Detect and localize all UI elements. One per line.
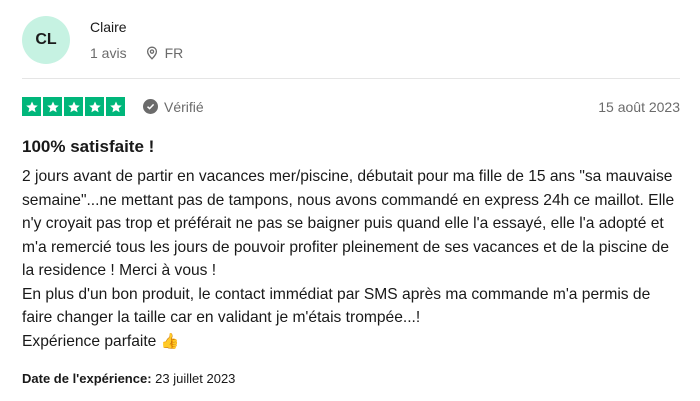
review-paragraph: 2 jours avant de partir en vacances mer/…: [22, 168, 675, 279]
verified-label: Vérifié: [164, 98, 204, 115]
experience-date: Date de l'expérience: 23 juillet 2023: [22, 371, 235, 386]
check-circle-icon: [143, 99, 158, 114]
review-paragraph: En plus d'un bon produit, le contact imm…: [22, 285, 651, 327]
reviewer-header: CL Claire 1 avis FR: [22, 16, 183, 64]
review-body: 2 jours avant de partir en vacances mer/…: [22, 165, 682, 353]
review-title[interactable]: 100% satisfaite !: [22, 137, 154, 157]
rating-row: Vérifié: [22, 97, 204, 116]
star-rating: [22, 97, 125, 116]
star-icon: [85, 97, 104, 116]
star-icon: [64, 97, 83, 116]
review-date: 15 août 2023: [598, 99, 680, 115]
reviewer-name[interactable]: Claire: [90, 18, 183, 36]
reviewer-country: FR: [145, 44, 184, 62]
experience-date-value: 23 juillet 2023: [155, 371, 236, 386]
avatar[interactable]: CL: [22, 16, 70, 64]
experience-date-label: Date de l'expérience:: [22, 371, 152, 386]
review-count: 1 avis: [90, 44, 127, 61]
star-icon: [22, 97, 41, 116]
thumbs-up-icon: 👍: [160, 332, 180, 350]
reviewer-meta: 1 avis FR: [90, 44, 183, 62]
divider: [22, 78, 680, 79]
verified-badge[interactable]: Vérifié: [143, 99, 204, 115]
star-icon: [106, 97, 125, 116]
star-icon: [43, 97, 62, 116]
closing-text: Expérience parfaite: [22, 332, 157, 350]
location-pin-icon: [146, 46, 157, 60]
reviewer-info: Claire 1 avis FR: [90, 18, 183, 62]
review-closing: Expérience parfaite 👍: [22, 330, 682, 354]
country-code: FR: [164, 44, 184, 61]
